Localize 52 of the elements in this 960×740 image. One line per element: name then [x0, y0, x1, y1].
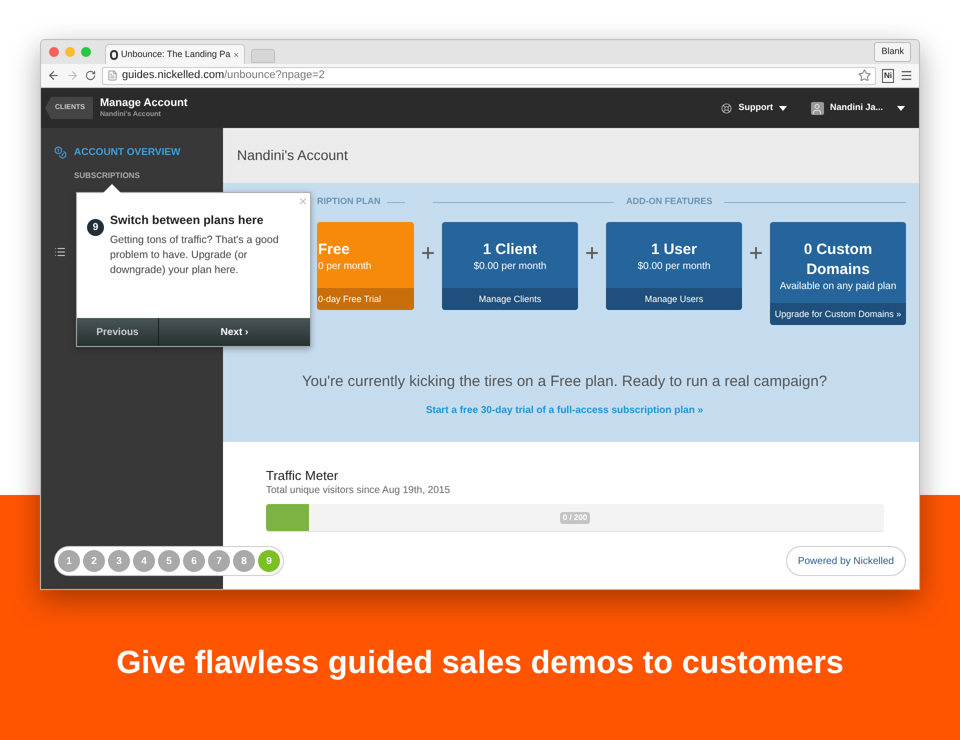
lifebuoy-icon — [721, 102, 732, 114]
page-title: Nandini's Account — [237, 146, 348, 165]
caret-icon — [778, 106, 787, 110]
powered-by-link[interactable]: Powered by Nickelled — [786, 546, 906, 576]
plus-sign: + — [748, 242, 764, 266]
reload-icon[interactable] — [85, 70, 96, 81]
card-price: $0.00 per month — [638, 260, 710, 273]
meter-title: Traffic Meter — [266, 468, 340, 484]
popover-title: Switch between plans here — [110, 213, 264, 228]
site-logo-icon — [110, 50, 118, 60]
meter-subtitle: Total unique visitors since Aug 19th, 2015 — [266, 484, 452, 497]
plus-sign: + — [584, 242, 600, 266]
section-label: RIPTION PLAN — [317, 195, 381, 208]
promo-text: You're currently kicking the tires on a Free plan. Ready to run a real campaign? — [302, 372, 828, 392]
profile-button[interactable]: Blank — [874, 42, 911, 62]
plus-sign: + — [420, 242, 436, 266]
url-text: guides.nickelled.com/unbounce?npage=2 — [122, 68, 325, 84]
card-action-button[interactable]: Manage Users — [606, 288, 742, 310]
forward-icon[interactable] — [66, 69, 79, 82]
card-price: $0.00 per month — [474, 260, 546, 273]
popover-body: Getting tons of traffic? That's a good problem to have. Upgrade (or downgrade) your plan here. — [110, 233, 280, 278]
browser-tab[interactable]: Unbounce: The Landing Pa — [105, 44, 245, 64]
card-title: Free — [318, 240, 350, 260]
previous-button[interactable]: Previous — [77, 318, 159, 346]
card-action-button[interactable]: Upgrade for Custom Domains » — [770, 303, 906, 325]
sidebar-item[interactable]: SUBSCRIPTIONS — [74, 170, 140, 182]
tab-title: Unbounce: The Landing Pa — [120, 48, 230, 61]
back-icon[interactable] — [47, 69, 60, 82]
support-menu[interactable]: Support — [721, 101, 787, 115]
meter-reading: 0 / 200 — [560, 512, 590, 524]
card-title: 1 User — [651, 240, 697, 260]
extension-button[interactable]: Ni — [882, 68, 894, 82]
card-action-button[interactable]: 0-day Free Trial — [317, 288, 414, 310]
caption: Give flawless guided sales demos to customers — [116, 643, 844, 682]
page-icon — [107, 70, 118, 81]
card-title: 1 Client — [482, 240, 538, 260]
card-price: Available on any paid plan — [780, 280, 896, 293]
coins-icon — [54, 146, 67, 158]
user-menu[interactable]: Nandini Ja... — [810, 101, 905, 115]
card-title: 0 Custom Domains — [802, 240, 874, 280]
card-price: 0 per month — [318, 260, 372, 273]
address-field[interactable]: guides.nickelled.com/unbounce?npage=2 — [102, 66, 876, 84]
sidebar-item[interactable]: ACCOUNT OVERVIEW — [74, 144, 180, 160]
star-icon[interactable] — [858, 69, 871, 82]
card-action-button[interactable]: Manage Clients — [442, 288, 578, 310]
section-label: ADD-ON FEATURES — [625, 195, 714, 208]
step-badge: 9 — [87, 219, 104, 236]
next-button[interactable]: Next › — [159, 318, 310, 346]
avatar-icon — [810, 102, 824, 114]
header-title: Manage Account — [100, 96, 188, 110]
caret-icon — [897, 106, 905, 110]
menu-icon[interactable] — [900, 69, 913, 82]
